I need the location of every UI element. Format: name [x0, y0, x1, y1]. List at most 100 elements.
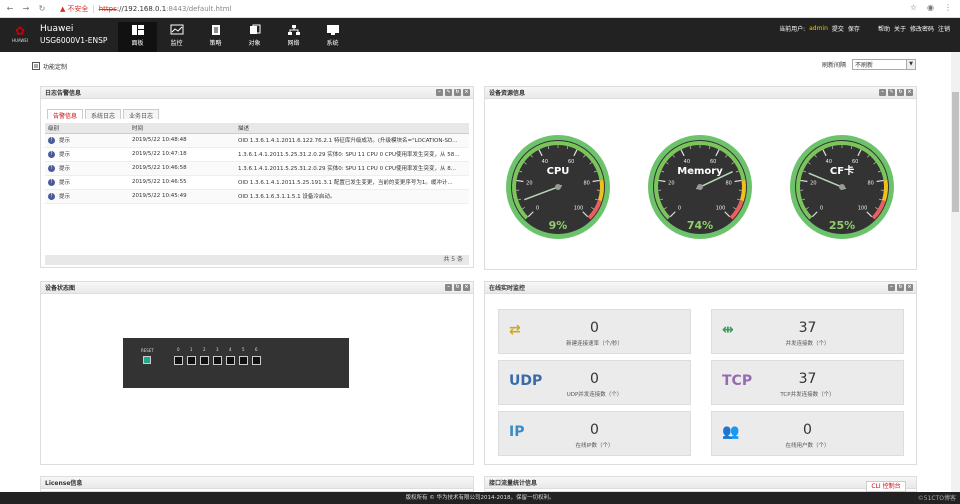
panel-title: 在线实时监控 [489, 285, 526, 292]
port-number: 5 [242, 347, 245, 352]
device-resource-panel: 设备资源信息 – ✎ ↻ × 0 20 40 60 80 100 CPU 9% 0 20 40 60 80 10… [484, 86, 917, 270]
about-link[interactable]: 关于 [894, 24, 906, 33]
info-icon: ! [48, 193, 55, 200]
huawei-flower-icon: ✿ [14, 24, 26, 38]
menu-object[interactable]: 对象 [235, 22, 274, 52]
scrollbar-thumb[interactable] [952, 92, 959, 212]
interface-traffic-panel: 接口流量统计信息 [484, 476, 917, 492]
ethernet-port[interactable] [213, 356, 222, 365]
minimize-icon[interactable]: – [888, 284, 895, 291]
device-front-panel: RESET 0 1 2 3 4 5 6 [123, 338, 349, 388]
tab-system-log[interactable]: 系统日志 [85, 109, 122, 120]
table-row[interactable]: ! 提示 2019/5/22 10:48:48 OID 1.3.6.1.4.1.201… [45, 133, 469, 148]
gauge-tick-label: 0 [820, 206, 823, 212]
edit-icon[interactable]: ✎ [888, 89, 895, 96]
ethernet-port[interactable] [200, 356, 209, 365]
row-desc: 1.3.6.1.4.1.2011.5.25.31.2.0.29 实体0: SPU… [235, 147, 469, 162]
menu-dashboard[interactable]: 面板 [118, 22, 157, 52]
gauge-tick-label: 20 [526, 180, 532, 186]
refresh-icon[interactable]: ↻ [897, 284, 904, 291]
row-level: 提示 [59, 152, 71, 158]
network-icon [287, 25, 300, 35]
ethernet-port[interactable] [226, 356, 235, 365]
bookmark-star-icon[interactable]: ☆ [910, 3, 917, 12]
minimize-icon[interactable]: – [436, 89, 443, 96]
customize-icon [32, 62, 40, 70]
menu-label: 面板 [131, 40, 144, 47]
row-desc: OID 1.3.6.1.6.3.1.1.5.1 设备冷启动。 [235, 189, 469, 204]
refresh-icon[interactable]: ↻ [897, 89, 904, 96]
gauge-name: Memory [677, 166, 723, 177]
gauge-tick-label: 100 [716, 206, 726, 212]
copyright-footer: 版权所有 © 华为技术有限公司2014-2018，保留一切权利。 [0, 492, 960, 504]
tab-service-log[interactable]: 业务日志 [123, 109, 160, 120]
menu-system[interactable]: 系统 [313, 22, 352, 52]
account-icon[interactable]: ◉ [927, 3, 934, 12]
reload-icon[interactable]: ↻ [36, 4, 48, 13]
close-icon[interactable]: × [463, 284, 470, 291]
change-password-link[interactable]: 修改密码 [910, 24, 934, 33]
stat-value: 37 [798, 371, 817, 387]
ethernet-port[interactable] [252, 356, 261, 365]
row-level: 提示 [59, 194, 71, 200]
more-menu-icon[interactable]: ⋮ [944, 3, 952, 12]
save-link[interactable]: 保存 [848, 24, 860, 33]
gauge-band-warning [597, 179, 604, 202]
menu-network[interactable]: 网络 [274, 22, 313, 52]
close-icon[interactable]: × [463, 89, 470, 96]
gauge: 0 20 40 60 80 100 CF卡 25% [790, 135, 894, 239]
address-bar[interactable]: ▲ 不安全 | https ://192.168.0.1 :8443/defau… [60, 4, 232, 14]
cli-console-button[interactable]: CLI 控制台 [866, 481, 906, 492]
gauge-tick-label: 100 [574, 206, 584, 212]
ethernet-port[interactable] [174, 356, 183, 365]
tab-alarm[interactable]: 告警信息 [47, 109, 84, 120]
close-icon[interactable]: × [906, 284, 913, 291]
row-desc: OID 1.3.6.1.4.1.2011.6.122.76.2.1 特征库升级成… [235, 133, 469, 148]
ethernet-port[interactable] [187, 356, 196, 365]
refresh-interval-label: 刷新间隔 [821, 62, 846, 69]
gauge-hub [839, 184, 845, 190]
logout-link[interactable]: 注销 [938, 24, 950, 33]
table-row[interactable]: ! 提示 2019/5/22 10:46:55 OID 1.3.6.1.4.1.201… [45, 175, 469, 190]
table-row[interactable]: ! 提示 2019/5/22 10:47:18 1.3.6.1.4.1.2011.5.… [45, 147, 469, 162]
table-row[interactable]: ! 提示 2019/5/22 10:45:49 OID 1.3.6.1.6.3.1.1… [45, 189, 469, 204]
stat-card-udp: UDP 0 UDP并发连接数（个） [498, 360, 691, 405]
help-link[interactable]: 帮助 [878, 24, 890, 33]
commit-link[interactable]: 提交 [832, 24, 844, 33]
info-icon: ! [48, 137, 55, 144]
refresh-interval-select[interactable]: 不刷新 ▼ [852, 59, 916, 70]
customize-button[interactable]: 功能定制 [32, 62, 67, 71]
menu-label: 系统 [326, 40, 339, 47]
menu-policy[interactable]: 策略 [196, 22, 235, 52]
gauge-tick-label: 60 [852, 159, 858, 165]
minimize-icon[interactable]: – [445, 284, 452, 291]
stat-card-tcp: TCP 37 TCP并发连接数（个） [711, 360, 904, 405]
stat-value: 37 [798, 320, 817, 336]
stat-label: UDP并发连接数（个） [566, 392, 623, 398]
edit-icon[interactable]: ✎ [445, 89, 452, 96]
refresh-icon[interactable]: ↻ [454, 284, 461, 291]
chevron-down-icon: ▼ [906, 60, 915, 69]
ethernet-port[interactable] [239, 356, 248, 365]
table-row[interactable]: ! 提示 2019/5/22 10:46:58 1.3.6.1.4.1.2011.5.… [45, 161, 469, 176]
menu-label: 网络 [287, 40, 300, 47]
back-icon[interactable]: ← [4, 4, 16, 13]
page-scrollbar[interactable] [951, 52, 960, 492]
gauge-tick-label: 40 [684, 159, 690, 165]
column-header[interactable]: 级别 [45, 123, 129, 134]
refresh-icon[interactable]: ↻ [454, 89, 461, 96]
forward-icon[interactable]: → [20, 4, 32, 13]
menu-label: 策略 [209, 40, 222, 47]
gauge-tick-label: 80 [583, 180, 589, 186]
menu-monitor[interactable]: 监控 [157, 22, 196, 52]
reset-button[interactable] [143, 356, 151, 364]
minimize-icon[interactable]: – [879, 89, 886, 96]
column-header[interactable]: 时间 [129, 123, 235, 134]
user-bar: 当前用户: admin 提交 保存 帮助 关于 修改密码 注销 [779, 24, 950, 33]
column-header[interactable]: 描述 [235, 123, 469, 134]
license-panel: License信息 [40, 476, 474, 492]
gauge: 0 20 40 60 80 100 Memory 74% [648, 135, 752, 239]
close-icon[interactable]: × [906, 89, 913, 96]
gauge-tick-label: 80 [867, 180, 873, 186]
row-time: 2019/5/22 10:46:55 [129, 175, 235, 190]
